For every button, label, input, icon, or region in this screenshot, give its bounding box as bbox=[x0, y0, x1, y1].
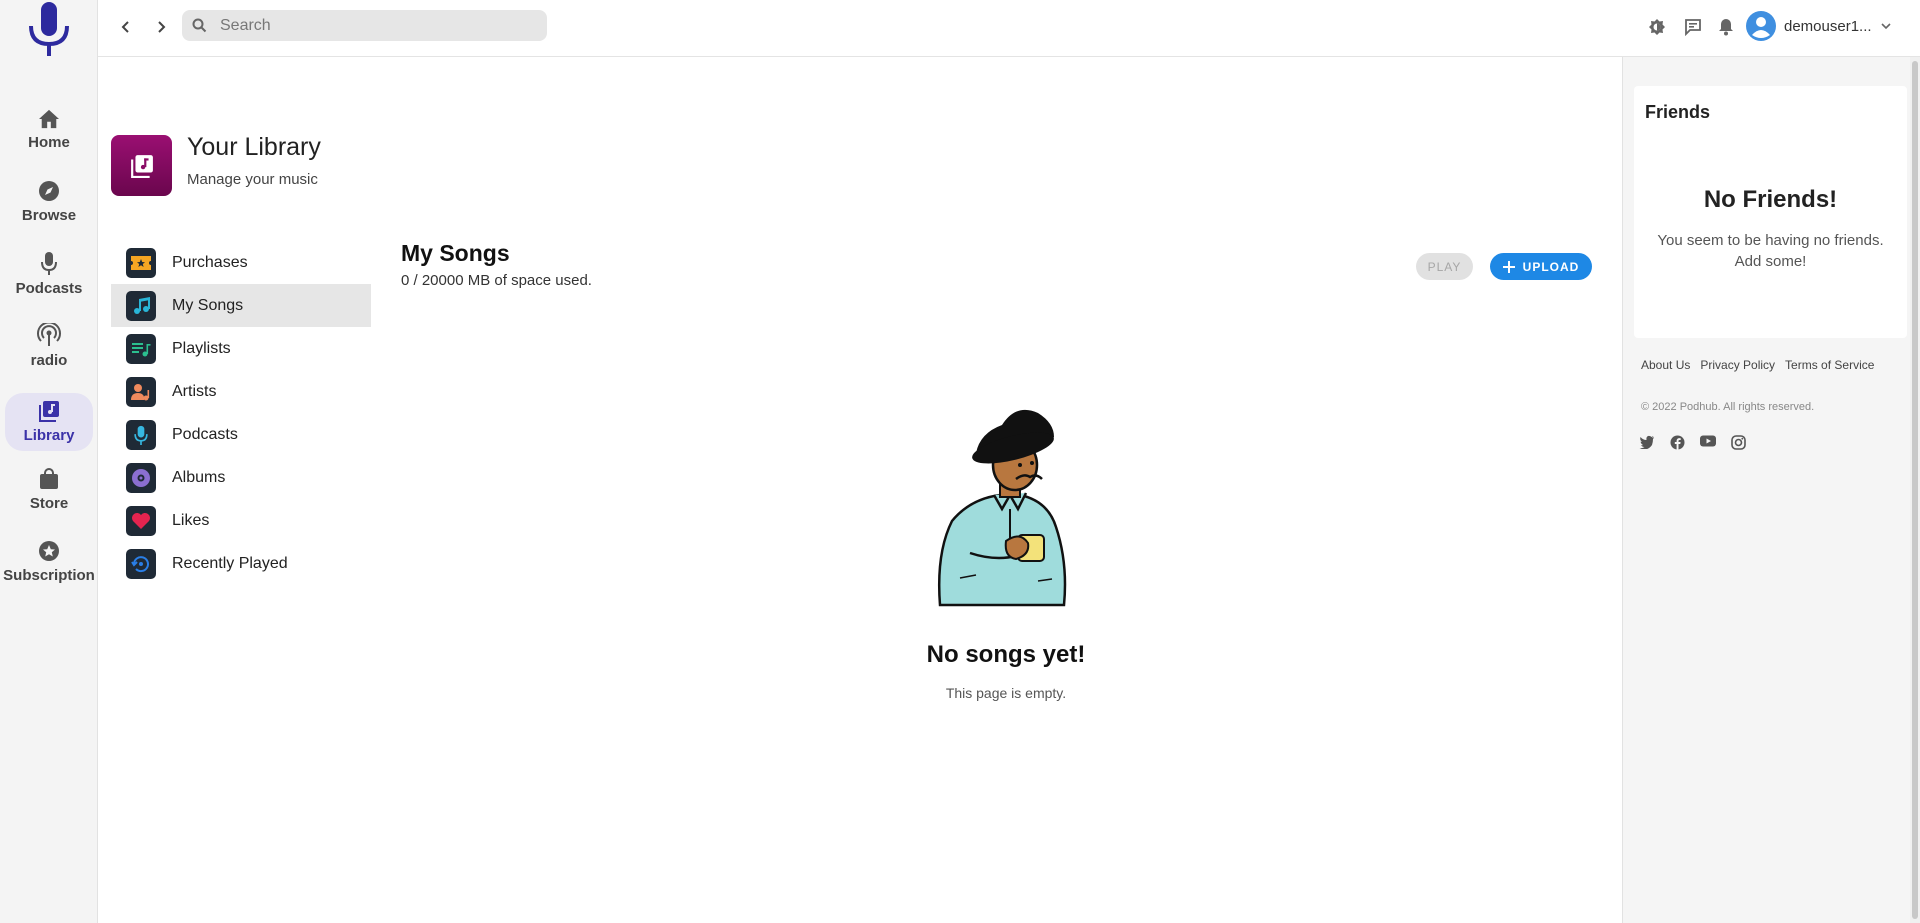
storage-usage: 0 / 20000 MB of space used. bbox=[401, 272, 592, 289]
chat-icon bbox=[1684, 18, 1702, 36]
page-subtitle: Manage your music bbox=[187, 171, 318, 188]
top-bar: demouser1... bbox=[98, 0, 1920, 57]
artist-icon bbox=[126, 376, 156, 407]
library-item-label: Purchases bbox=[172, 253, 248, 271]
copyright: © 2022 Podhub. All rights reserved. bbox=[1641, 401, 1815, 413]
library-menu: Purchases My Songs Playlists Artists Pod… bbox=[111, 241, 371, 585]
microphone-logo[interactable] bbox=[26, 2, 72, 58]
user-menu[interactable]: demouser1... bbox=[1746, 9, 1911, 43]
shopping-bag-icon bbox=[39, 468, 59, 490]
nav-store-label: Store bbox=[29, 495, 69, 512]
ticket-icon bbox=[126, 247, 156, 278]
right-sidebar: Friends No Friends! You seem to be havin… bbox=[1622, 57, 1920, 923]
library-item-label: Podcasts bbox=[172, 425, 238, 443]
no-friends-text: You seem to be having no friends. Add so… bbox=[1657, 232, 1884, 270]
facebook-icon[interactable] bbox=[1670, 435, 1685, 450]
youtube-icon[interactable] bbox=[1700, 435, 1716, 450]
nav-library-label: Library bbox=[23, 427, 75, 444]
no-friends-title: No Friends! bbox=[1703, 186, 1838, 213]
mic-icon bbox=[126, 419, 156, 450]
library-item-label: Playlists bbox=[172, 339, 231, 357]
friends-title: Friends bbox=[1645, 102, 1711, 122]
nav-podcasts[interactable]: Podcasts bbox=[5, 245, 93, 303]
library-item-podcasts[interactable]: Podcasts bbox=[111, 413, 371, 456]
back-button[interactable] bbox=[114, 15, 138, 39]
library-icon bbox=[38, 400, 60, 422]
chevron-left-icon bbox=[120, 20, 132, 34]
nav-library[interactable]: Library bbox=[5, 393, 93, 451]
upload-button[interactable]: UPLOAD bbox=[1490, 253, 1592, 280]
nav-radio-label: radio bbox=[30, 352, 68, 369]
library-item-likes[interactable]: Likes bbox=[111, 499, 371, 542]
empty-state-title: No songs yet! bbox=[926, 641, 1086, 668]
upload-label: UPLOAD bbox=[1522, 259, 1580, 274]
compass-icon bbox=[38, 180, 60, 202]
privacy-policy-link[interactable]: Privacy Policy bbox=[1700, 358, 1775, 372]
heart-icon bbox=[126, 505, 156, 536]
library-item-albums[interactable]: Albums bbox=[111, 456, 371, 499]
library-item-label: Artists bbox=[172, 382, 217, 400]
twitter-icon[interactable] bbox=[1639, 435, 1655, 450]
library-item-label: My Songs bbox=[172, 296, 244, 314]
footer-links: About Us Privacy Policy Terms of Service bbox=[1641, 358, 1874, 372]
history-icon bbox=[126, 548, 156, 579]
search-icon bbox=[192, 18, 207, 33]
nav-radio[interactable]: radio bbox=[5, 317, 93, 375]
playlist-icon bbox=[126, 333, 156, 364]
library-item-label: Albums bbox=[172, 468, 226, 486]
play-button[interactable]: PLAY bbox=[1416, 253, 1473, 280]
library-header-icon bbox=[111, 135, 172, 196]
library-item-label: Recently Played bbox=[172, 554, 288, 572]
username: demouser1... bbox=[1784, 17, 1872, 35]
star-circle-icon bbox=[38, 540, 60, 562]
nav-podcasts-label: Podcasts bbox=[15, 280, 83, 297]
section-title: My Songs bbox=[401, 240, 510, 266]
brightness-icon bbox=[1648, 18, 1666, 36]
library-item-purchases[interactable]: Purchases bbox=[111, 241, 371, 284]
messages-button[interactable] bbox=[1682, 16, 1704, 38]
social-links bbox=[1639, 435, 1746, 450]
about-us-link[interactable]: About Us bbox=[1641, 358, 1690, 372]
friends-card: Friends No Friends! You seem to be havin… bbox=[1634, 86, 1907, 338]
instagram-icon[interactable] bbox=[1731, 435, 1746, 450]
chevron-right-icon bbox=[155, 20, 167, 34]
search-input[interactable] bbox=[218, 10, 538, 41]
nav-subscription-label: Subscription bbox=[3, 567, 95, 584]
nav-browse-label: Browse bbox=[21, 207, 77, 224]
nav-store[interactable]: Store bbox=[5, 461, 93, 519]
search-bar[interactable] bbox=[182, 10, 547, 41]
album-icon bbox=[126, 462, 156, 493]
theme-toggle-button[interactable] bbox=[1646, 16, 1668, 38]
plus-icon bbox=[1502, 260, 1515, 273]
page-title: Your Library bbox=[187, 133, 321, 161]
empty-state-illustration bbox=[930, 403, 1080, 609]
nav-home[interactable]: Home bbox=[5, 101, 93, 159]
mic-icon bbox=[41, 251, 57, 275]
scrollbar-thumb[interactable] bbox=[1912, 61, 1918, 919]
avatar-icon bbox=[1746, 11, 1776, 41]
library-item-recently-played[interactable]: Recently Played bbox=[111, 542, 371, 585]
library-item-playlists[interactable]: Playlists bbox=[111, 327, 371, 370]
chevron-down-icon bbox=[1880, 22, 1892, 30]
empty-state-text: This page is empty. bbox=[945, 685, 1067, 701]
forward-button[interactable] bbox=[149, 15, 173, 39]
library-item-my-songs[interactable]: My Songs bbox=[111, 284, 371, 327]
radio-icon bbox=[37, 323, 61, 347]
bell-icon bbox=[1718, 18, 1734, 36]
music-note-icon bbox=[126, 290, 156, 321]
scrollbar[interactable] bbox=[1910, 57, 1920, 923]
home-icon bbox=[38, 109, 60, 129]
library-item-label: Likes bbox=[172, 511, 210, 529]
nav-home-label: Home bbox=[28, 134, 70, 151]
library-item-artists[interactable]: Artists bbox=[111, 370, 371, 413]
notifications-button[interactable] bbox=[1715, 16, 1737, 38]
nav-subscription[interactable]: Subscription bbox=[3, 533, 95, 591]
terms-of-service-link[interactable]: Terms of Service bbox=[1785, 358, 1874, 372]
nav-browse[interactable]: Browse bbox=[5, 173, 93, 231]
left-navigation-rail: Home Browse Podcasts radio Library Store bbox=[0, 0, 98, 923]
